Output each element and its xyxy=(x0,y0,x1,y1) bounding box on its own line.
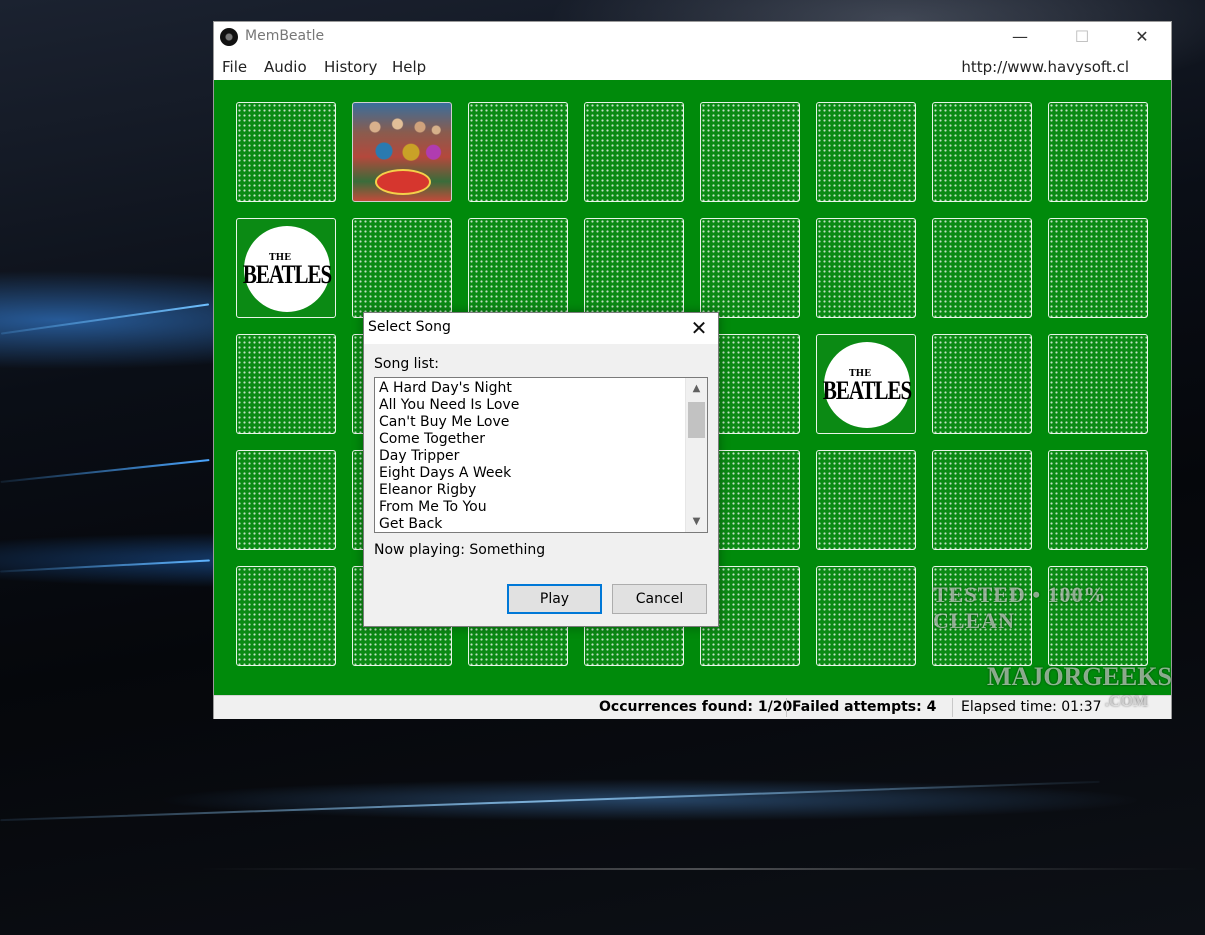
logo-name-text: BEATLES xyxy=(822,374,912,405)
title-bar[interactable]: MemBeatle — ☐ ✕ xyxy=(214,22,1171,53)
cancel-button[interactable]: Cancel xyxy=(612,584,707,614)
memory-card-hidden[interactable] xyxy=(236,334,336,434)
menu-help[interactable]: Help xyxy=(392,58,426,76)
light-streak xyxy=(0,303,210,335)
album-art-drum xyxy=(375,169,431,195)
memory-card-hidden[interactable] xyxy=(1048,334,1148,434)
menu-bar: File Audio History Help http://www.havys… xyxy=(214,53,1171,80)
menu-history[interactable]: History xyxy=(324,58,377,76)
maximize-button[interactable]: ☐ xyxy=(1059,22,1105,53)
memory-card-hidden[interactable] xyxy=(236,102,336,202)
menu-file[interactable]: File xyxy=(222,58,247,76)
minimize-button[interactable]: — xyxy=(997,22,1043,53)
watermark-domain-text: .COM xyxy=(1105,693,1149,710)
album-art-crowd xyxy=(357,109,447,169)
scroll-thumb[interactable] xyxy=(688,402,705,438)
memory-card-hidden[interactable] xyxy=(584,218,684,318)
song-list-item[interactable]: Eight Days A Week xyxy=(379,465,511,481)
song-listbox[interactable]: Get Back From Me To You Eleanor Rigby Eight… xyxy=(374,377,708,533)
website-link[interactable]: http://www.havysoft.cl xyxy=(961,58,1129,76)
song-list-item[interactable]: From Me To You xyxy=(379,499,487,515)
status-divider xyxy=(786,698,787,717)
dialog-title-bar[interactable]: Select Song ✕ xyxy=(364,313,718,344)
light-streak xyxy=(0,780,1100,822)
memory-card-hidden[interactable] xyxy=(1048,450,1148,550)
app-logo-icon xyxy=(220,28,238,46)
song-list-item[interactable]: All You Need Is Love xyxy=(379,397,519,413)
memory-card-hidden[interactable] xyxy=(932,450,1032,550)
memory-card-hidden[interactable] xyxy=(468,102,568,202)
beatles-logo-icon: THE BEATLES xyxy=(242,226,332,312)
dialog-close-button[interactable]: ✕ xyxy=(680,313,718,344)
song-list-item[interactable]: A Hard Day's Night xyxy=(379,380,512,396)
light-streak xyxy=(0,459,210,483)
memory-card-hidden[interactable] xyxy=(816,218,916,318)
song-list-item[interactable]: Eleanor Rigby xyxy=(379,482,476,498)
song-list-scrollbar[interactable]: ▲ ▼ xyxy=(685,378,707,532)
scroll-up-icon[interactable]: ▲ xyxy=(686,380,707,397)
window-title: MemBeatle xyxy=(245,28,325,44)
memory-card-hidden[interactable] xyxy=(352,218,452,318)
memory-card-hidden[interactable] xyxy=(932,334,1032,434)
memory-card-hidden[interactable] xyxy=(468,218,568,318)
light-streak xyxy=(200,868,1200,870)
memory-card-beatles-logo[interactable]: THE BEATLES xyxy=(816,334,916,434)
memory-card-hidden[interactable] xyxy=(584,102,684,202)
watermark-tested-text: TESTED • 100% CLEAN xyxy=(933,582,1107,633)
scroll-down-icon[interactable]: ▼ xyxy=(686,513,707,530)
song-list-item[interactable]: Get Back xyxy=(379,516,442,532)
watermark-brand-text: MAJORGEEKS xyxy=(987,662,1172,691)
close-button[interactable]: ✕ xyxy=(1119,22,1165,53)
memory-card-hidden[interactable] xyxy=(700,102,800,202)
select-song-dialog: Select Song ✕ Song list: Get Back From Me… xyxy=(363,312,719,627)
memory-card-beatles-logo[interactable]: THE BEATLES xyxy=(236,218,336,318)
memory-card-hidden[interactable] xyxy=(1048,102,1148,202)
song-list-item[interactable]: Day Tripper xyxy=(379,448,459,464)
dialog-title: Select Song xyxy=(368,319,451,335)
memory-card-hidden[interactable] xyxy=(932,102,1032,202)
now-playing-text: Now playing: Something xyxy=(374,542,546,558)
memory-card-hidden[interactable] xyxy=(236,566,336,666)
occurrences-found: Occurrences found: 1/20 xyxy=(599,699,793,715)
light-streak xyxy=(0,559,210,573)
majorgeeks-watermark: TESTED • 100% CLEAN MAJORGEEKS .COM xyxy=(927,580,1172,720)
song-list-item[interactable]: Can't Buy Me Love xyxy=(379,414,509,430)
failed-attempts: Failed attempts: 4 xyxy=(792,699,937,715)
memory-card-hidden[interactable] xyxy=(700,218,800,318)
beatles-logo-icon: THE BEATLES xyxy=(822,342,912,428)
song-list-label: Song list: xyxy=(374,356,439,372)
memory-card-hidden[interactable] xyxy=(932,218,1032,318)
memory-card-hidden[interactable] xyxy=(816,566,916,666)
memory-card-hidden[interactable] xyxy=(236,450,336,550)
logo-name-text: BEATLES xyxy=(242,258,332,289)
memory-card-hidden[interactable] xyxy=(816,450,916,550)
memory-card-album-cover[interactable] xyxy=(352,102,452,202)
menu-audio[interactable]: Audio xyxy=(264,58,307,76)
song-list-item[interactable]: Come Together xyxy=(379,431,485,447)
memory-card-hidden[interactable] xyxy=(1048,218,1148,318)
play-button[interactable]: Play xyxy=(507,584,602,614)
memory-card-hidden[interactable] xyxy=(816,102,916,202)
